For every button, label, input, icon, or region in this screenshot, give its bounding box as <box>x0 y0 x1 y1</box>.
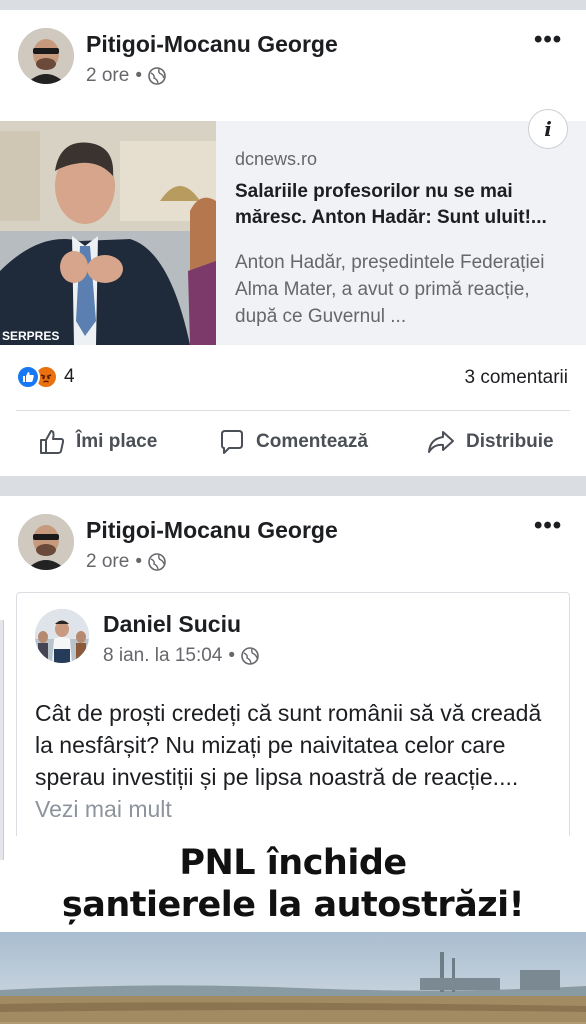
reactions-summary[interactable]: 4 <box>16 365 75 389</box>
headline-line-2: șantierele la autostrăzi! <box>61 885 525 925</box>
shared-post-meta: 8 ian. la 15:04 • <box>103 645 259 667</box>
share-label: Distribuie <box>466 431 554 452</box>
landscape-photo <box>0 932 586 1024</box>
comment-button[interactable]: Comentează <box>218 428 368 456</box>
like-label: Îmi place <box>76 431 158 452</box>
see-more-link[interactable]: Vezi mai mult <box>35 796 172 822</box>
link-description: Anton Hadăr, președintele Federației Alm… <box>235 252 545 327</box>
thumbs-up-icon <box>40 430 65 454</box>
divider <box>16 410 570 411</box>
headline-line-1: PNL închide <box>179 843 407 883</box>
post-card: Pitigoi-Mocanu George 2 ore • ••• SERPRE… <box>0 10 586 476</box>
globe-icon <box>241 647 259 665</box>
link-title[interactable]: Salariile profesorilor nu se mai măresc.… <box>235 179 571 231</box>
post-card: Pitigoi-Mocanu George 2 ore • ••• Daniel… <box>0 496 586 1024</box>
link-image: SERPRES <box>0 121 216 345</box>
more-options-button[interactable]: ••• <box>534 512 562 540</box>
shared-author-name[interactable]: Daniel Suciu <box>103 611 241 638</box>
author-avatar[interactable] <box>18 28 74 84</box>
globe-icon <box>148 67 166 85</box>
author-name[interactable]: Pitigoi-Mocanu George <box>86 31 338 58</box>
post-time[interactable]: 2 ore <box>86 551 129 573</box>
post-text: Cât de proști credeți că sunt românii să… <box>35 700 542 790</box>
author-name[interactable]: Pitigoi-Mocanu George <box>86 517 338 544</box>
globe-icon <box>148 553 166 571</box>
link-domain: dcnews.ro <box>235 149 318 169</box>
post-image[interactable]: PNL închide șantierele la autostrăzi! <box>0 836 586 1024</box>
info-icon[interactable]: i <box>528 109 568 149</box>
shared-post-text: Cât de proști credeți că sunt românii să… <box>35 697 555 825</box>
author-avatar[interactable] <box>18 514 74 570</box>
shared-post-time[interactable]: 8 ian. la 15:04 <box>103 645 222 667</box>
post-time[interactable]: 2 ore <box>86 65 129 87</box>
post-meta: 2 ore • <box>86 551 166 573</box>
comment-icon <box>221 430 243 454</box>
like-icon <box>16 365 40 389</box>
comments-count[interactable]: 3 comentarii <box>465 367 569 389</box>
image-caption: SERPRES <box>2 329 60 343</box>
reaction-count: 4 <box>64 366 75 387</box>
shared-author-avatar[interactable] <box>35 609 89 663</box>
image-headline: PNL închide șantierele la autostrăzi! <box>0 842 586 926</box>
share-button[interactable]: Distribuie <box>426 428 554 456</box>
share-icon <box>428 431 454 453</box>
more-options-button[interactable]: ••• <box>534 26 562 54</box>
like-button[interactable]: Îmi place <box>38 428 157 456</box>
comment-label: Comentează <box>256 431 368 452</box>
post-meta: 2 ore • <box>86 65 166 87</box>
scroll-edge <box>0 620 4 860</box>
link-preview[interactable]: SERPRES dcnews.ro Salariile profesorilor… <box>0 109 586 345</box>
